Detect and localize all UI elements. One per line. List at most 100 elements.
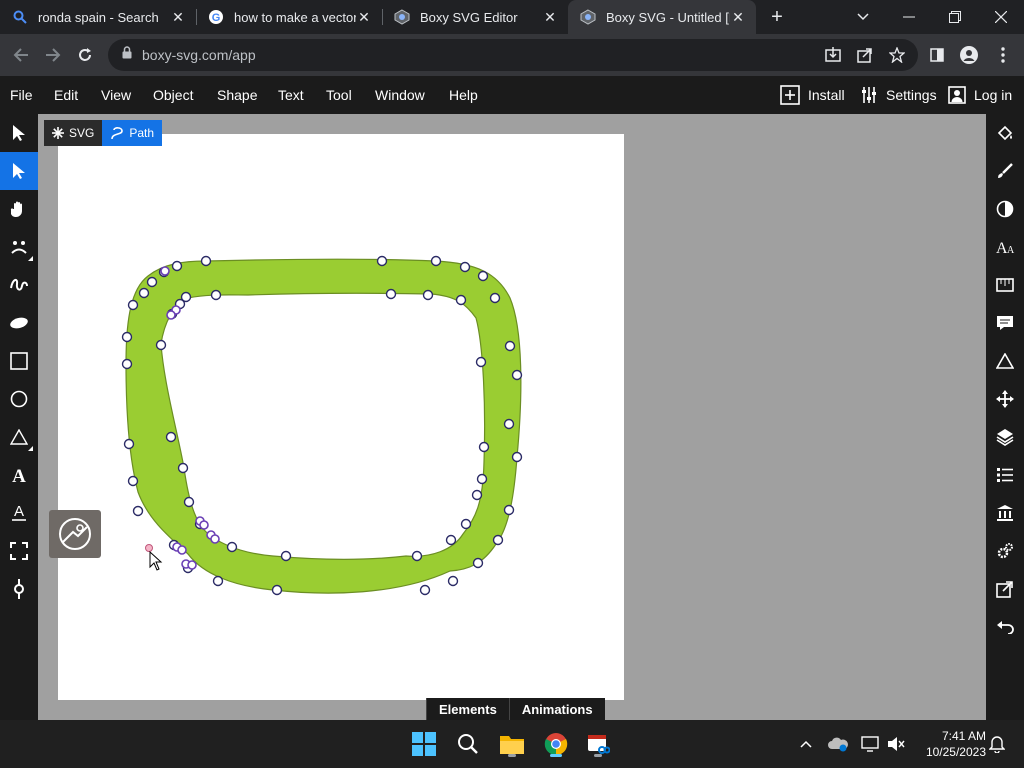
login-button[interactable]: Log in (948, 76, 1012, 114)
path-node-selected[interactable] (166, 310, 176, 320)
tab-boxy-untitled[interactable]: Boxy SVG - Untitled [Edited] ✕ (568, 0, 756, 34)
path-node[interactable] (123, 438, 135, 450)
breadcrumb-path[interactable]: Path (102, 120, 163, 146)
generators-panel-button[interactable] (986, 532, 1024, 570)
rect-tool-button[interactable] (0, 342, 38, 380)
ellipse-blob-tool-button[interactable] (0, 304, 38, 342)
tab-google[interactable]: G how to make a vector in boxy svg ✕ (196, 0, 382, 34)
path-node-selected[interactable] (160, 266, 170, 276)
menu-text[interactable]: Text (278, 76, 304, 114)
gradient-tool-button[interactable] (0, 570, 38, 608)
chrome-icon[interactable] (540, 728, 572, 760)
triangle-tool-button[interactable] (0, 418, 38, 456)
restore-icon[interactable] (932, 0, 978, 34)
menu-view[interactable]: View (101, 76, 131, 114)
path-node[interactable] (478, 441, 490, 453)
comments-panel-button[interactable] (986, 304, 1024, 342)
path-node[interactable] (127, 475, 139, 487)
menu-edit[interactable]: Edit (54, 76, 78, 114)
path-node-selected[interactable] (199, 520, 209, 530)
path-node[interactable] (460, 518, 472, 530)
tray-chevron-up-icon[interactable] (794, 720, 818, 768)
path-node[interactable] (127, 299, 139, 311)
path-node[interactable] (210, 289, 222, 301)
transform-tool-button[interactable] (0, 114, 38, 152)
path-node[interactable] (146, 276, 158, 288)
crop-tool-button[interactable] (0, 532, 38, 570)
forward-arrow-icon[interactable] (40, 42, 66, 68)
back-arrow-icon[interactable] (8, 42, 34, 68)
volume-muted-icon[interactable] (884, 720, 908, 768)
path-node[interactable] (511, 369, 523, 381)
canvas-area[interactable]: SVG Path Elements Animations (38, 114, 986, 720)
arrange-panel-button[interactable] (986, 380, 1024, 418)
floating-app-badge[interactable] (49, 510, 101, 558)
path-node[interactable] (121, 358, 133, 370)
defs-panel-button[interactable] (986, 342, 1024, 380)
history-panel-button[interactable] (986, 608, 1024, 646)
typography-panel-button[interactable]: AA (986, 228, 1024, 266)
tab-animations[interactable]: Animations (508, 698, 605, 720)
onedrive-cloud-icon[interactable] (826, 720, 850, 768)
side-panel-icon[interactable] (924, 42, 950, 68)
path-node[interactable] (177, 462, 189, 474)
path-node[interactable] (411, 550, 423, 562)
profile-avatar-icon[interactable] (956, 42, 982, 68)
menu-shape[interactable]: Shape (217, 76, 257, 114)
path-node[interactable] (504, 340, 516, 352)
menu-tool[interactable]: Tool (326, 76, 352, 114)
path-node-selected[interactable] (177, 545, 187, 555)
face-tool-button[interactable] (0, 228, 38, 266)
install-button[interactable]: Install (780, 76, 845, 114)
tab-search[interactable]: ronda spain - Search ✕ (0, 0, 196, 34)
share-icon[interactable] (852, 42, 878, 68)
edit-tool-button[interactable] (0, 152, 38, 190)
bookmark-star-icon[interactable] (884, 42, 910, 68)
path-node[interactable] (271, 584, 283, 596)
freehand-tool-button[interactable] (0, 266, 38, 304)
settings-button[interactable]: Settings (860, 76, 937, 114)
path-node[interactable] (430, 255, 442, 267)
path-node[interactable] (511, 451, 523, 463)
close-icon[interactable]: ✕ (170, 9, 186, 25)
path-node[interactable] (200, 255, 212, 267)
path-node-selected[interactable] (210, 534, 220, 544)
path-node[interactable] (503, 504, 515, 516)
tab-boxy-editor[interactable]: Boxy SVG Editor ✕ (382, 0, 568, 34)
layers-panel-button[interactable] (986, 418, 1024, 456)
library-panel-button[interactable] (986, 494, 1024, 532)
path-node[interactable] (477, 270, 489, 282)
path-node[interactable] (447, 575, 459, 587)
path-node[interactable] (471, 489, 483, 501)
path-node[interactable] (492, 534, 504, 546)
path-node[interactable] (226, 541, 238, 553)
network-display-icon[interactable] (858, 720, 882, 768)
text-tool-button[interactable]: A (0, 456, 38, 494)
path-node[interactable] (212, 575, 224, 587)
tab-elements[interactable]: Elements (426, 698, 509, 720)
path-node[interactable] (489, 292, 501, 304)
address-bar[interactable]: boxy-svg.com/app (108, 39, 918, 71)
new-tab-plus-icon[interactable]: + (764, 4, 790, 30)
menu-file[interactable]: File (10, 76, 33, 114)
minimize-icon[interactable] (886, 0, 932, 34)
breadcrumb-svg[interactable]: SVG (44, 120, 103, 146)
fill-panel-button[interactable] (986, 114, 1024, 152)
install-app-icon[interactable] (820, 42, 846, 68)
compositing-panel-button[interactable] (986, 190, 1024, 228)
snipping-tool-icon[interactable] (582, 728, 614, 760)
tab-search-chevron-icon[interactable] (840, 0, 886, 34)
path-node[interactable] (385, 288, 397, 300)
pan-tool-button[interactable] (0, 190, 38, 228)
export-panel-button[interactable] (986, 570, 1024, 608)
text-path-tool-button[interactable]: A (0, 494, 38, 532)
close-icon[interactable]: ✕ (356, 9, 372, 25)
system-clock[interactable]: 7:41 AM 10/25/2023 (914, 728, 986, 760)
path-node[interactable] (165, 431, 177, 443)
taskbar-search-icon[interactable] (452, 728, 484, 760)
elements-panel-button[interactable] (986, 456, 1024, 494)
drawing-canvas[interactable] (58, 134, 624, 700)
path-node[interactable] (475, 356, 487, 368)
geometry-panel-button[interactable] (986, 266, 1024, 304)
path-node[interactable] (132, 505, 144, 517)
